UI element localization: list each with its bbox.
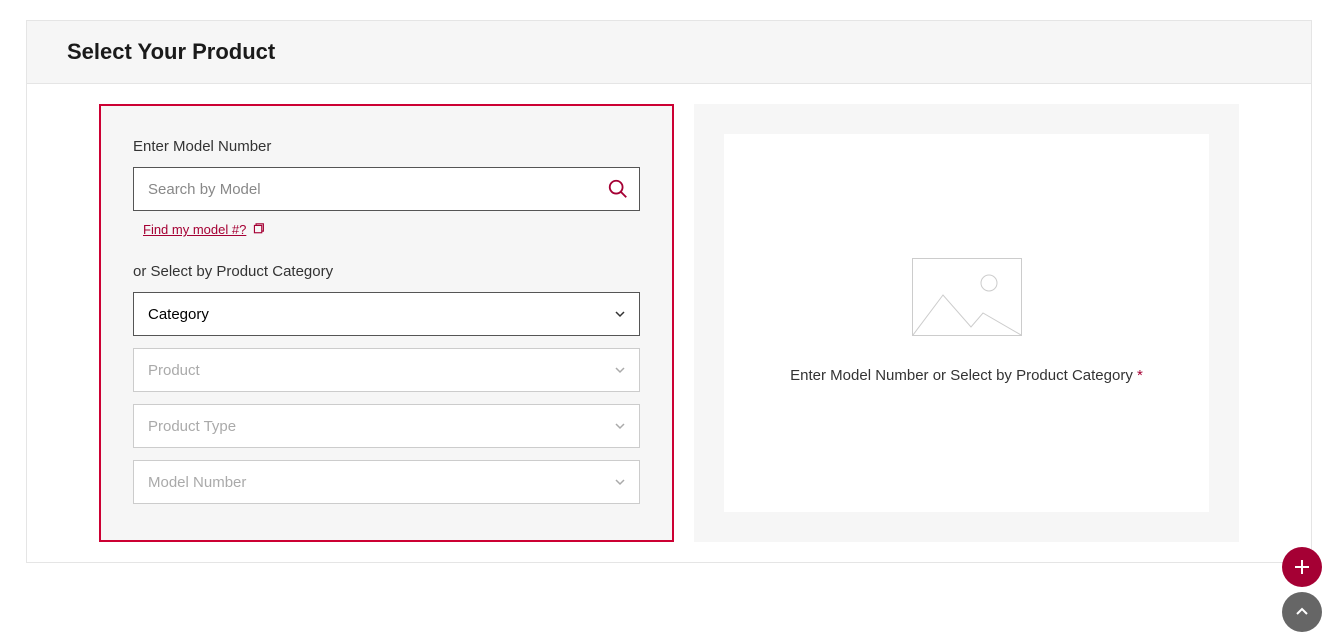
preview-box: Enter Model Number or Select by Product …: [724, 134, 1209, 512]
image-placeholder-icon: [912, 258, 1022, 336]
product-select-value: Product: [148, 362, 200, 379]
category-select[interactable]: Category: [133, 292, 640, 336]
model-number-select-value: Model Number: [148, 474, 246, 491]
search-icon: [607, 178, 629, 200]
fab-plus-button[interactable]: [1282, 547, 1322, 587]
header-bar: Select Your Product: [27, 21, 1311, 84]
product-type-select[interactable]: Product Type: [133, 404, 640, 448]
model-number-select[interactable]: Model Number: [133, 460, 640, 504]
page-title: Select Your Product: [67, 39, 1271, 65]
required-asterisk: *: [1137, 367, 1143, 384]
category-label: or Select by Product Category: [133, 263, 640, 280]
search-wrap: [133, 167, 640, 211]
product-select[interactable]: Product: [133, 348, 640, 392]
chevron-up-icon: [1294, 604, 1310, 620]
find-model-link-text: Find my model #?: [143, 222, 246, 237]
find-model-row: Find my model #?: [133, 221, 640, 239]
plus-icon: [1293, 558, 1311, 576]
content-area: Enter Model Number Find my model #?: [27, 84, 1311, 562]
model-number-label: Enter Model Number: [133, 138, 640, 155]
category-select-value: Category: [148, 306, 209, 323]
preview-text-content: Enter Model Number or Select by Product …: [790, 367, 1133, 384]
search-button[interactable]: [604, 175, 632, 203]
popup-icon: [252, 223, 265, 236]
model-search-input[interactable]: [133, 167, 640, 211]
find-model-link[interactable]: Find my model #?: [143, 222, 265, 237]
left-panel: Enter Model Number Find my model #?: [99, 104, 674, 542]
product-select-container: Select Your Product Enter Model Number F…: [26, 20, 1312, 563]
product-type-select-value: Product Type: [148, 418, 236, 435]
preview-text: Enter Model Number or Select by Product …: [790, 364, 1143, 388]
right-panel: Enter Model Number or Select by Product …: [694, 104, 1239, 542]
